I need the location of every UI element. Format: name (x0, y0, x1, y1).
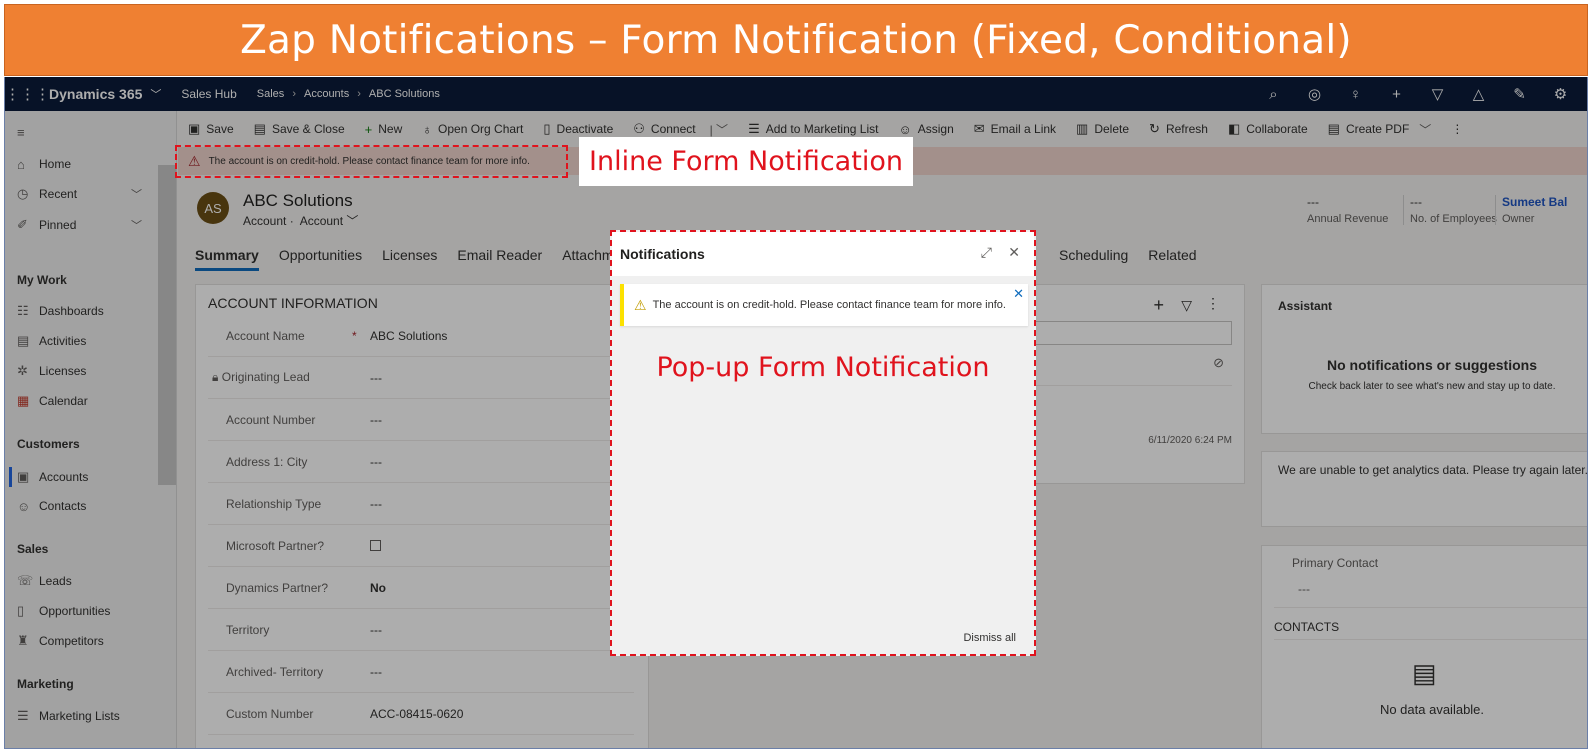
close-icon[interactable]: ✕ (1008, 244, 1020, 261)
notifications-dialog: Notifications ⤢ ✕ ⚠ The account is on cr… (610, 230, 1036, 656)
dismiss-all-button[interactable]: Dismiss all (963, 632, 1016, 644)
close-icon[interactable]: ✕ (1013, 286, 1024, 302)
inline-notification-callout: Inline Form Notification (579, 137, 913, 186)
expand-icon[interactable]: ⤢ (981, 244, 992, 261)
dialog-title: Notifications (620, 246, 705, 262)
banner-title: Zap Notifications – Form Notification (F… (240, 17, 1352, 63)
notification-text: The account is on credit-hold. Please co… (652, 299, 1006, 311)
dialog-header: Notifications ⤢ ✕ (612, 232, 1034, 276)
warning-icon: ⚠ (634, 296, 647, 313)
popup-notification-callout: Pop-up Form Notification (656, 352, 990, 383)
title-banner: Zap Notifications – Form Notification (F… (4, 4, 1588, 76)
inline-notification-highlight (175, 145, 568, 178)
notification-item: ⚠ The account is on credit-hold. Please … (620, 284, 1028, 326)
